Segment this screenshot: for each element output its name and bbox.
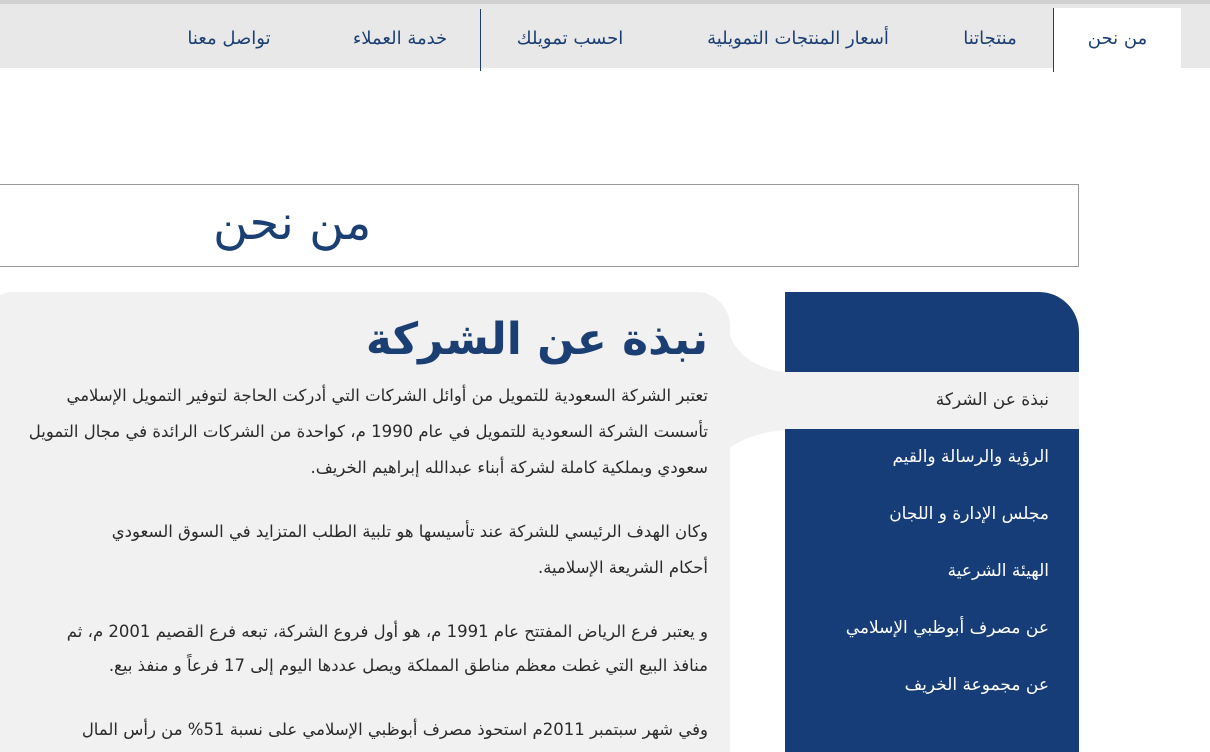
- nav-item-finance-calculator[interactable]: احسب تمويلك: [495, 8, 645, 72]
- sidebar-item-alkhorayef-group[interactable]: عن مجموعة الخريف: [785, 657, 1079, 714]
- panel-connector: [728, 330, 788, 450]
- article-line: وكان الهدف الرئيسي للشركة عند تأسيسها هو…: [111, 522, 708, 541]
- nav-item-about[interactable]: من نحن: [1053, 8, 1181, 72]
- article-line: تأسست الشركة السعودية للتمويل في عام 199…: [28, 422, 708, 441]
- nav-item-contact-us[interactable]: تواصل معنا: [165, 8, 293, 72]
- article-line: تعتبر الشركة السعودية للتمويل من أوائل ا…: [66, 386, 708, 405]
- page-title: من نحن: [213, 195, 372, 251]
- article-line: و يعتبر فرع الرياض المفتتح عام 1991 م، ه…: [66, 622, 708, 641]
- sidebar-item-sharia-board[interactable]: الهيئة الشرعية: [785, 543, 1079, 600]
- article-line: منافذ البيع التي غطت معظم مناطق المملكة …: [108, 656, 708, 675]
- sidebar-menu: نبذة عن الشركة الرؤية والرسالة والقيم مج…: [785, 292, 1079, 752]
- article-heading: نبذة عن الشركة: [365, 314, 708, 365]
- article-line: وفي شهر سبتمبر 2011م استحوذ مصرف أبوظبي …: [81, 720, 708, 739]
- nav-item-products[interactable]: منتجاتنا: [925, 8, 1055, 72]
- article-line: سعودي وبملكية كاملة لشركة أبناء عبدالله …: [310, 458, 708, 477]
- sidebar-item-company-overview[interactable]: نبذة عن الشركة: [785, 372, 1079, 429]
- sidebar-item-adib[interactable]: عن مصرف أبوظبي الإسلامي: [785, 600, 1079, 657]
- sidebar-item-vision-mission[interactable]: الرؤية والرسالة والقيم: [785, 429, 1079, 486]
- content-panel: نبذة عن الشركة تعتبر الشركة السعودية للت…: [0, 292, 730, 752]
- nav-divider: [480, 9, 481, 71]
- page-title-box: من نحن: [0, 184, 1079, 267]
- sidebar-item-board-committees[interactable]: مجلس الإدارة و اللجان: [785, 486, 1079, 543]
- nav-item-product-prices[interactable]: أسعار المنتجات التمويلية: [680, 8, 916, 72]
- top-navigation: من نحن منتجاتنا أسعار المنتجات التمويلية…: [0, 0, 1210, 72]
- article-line: أحكام الشريعة الإسلامية.: [537, 558, 708, 577]
- nav-item-customer-service[interactable]: خدمة العملاء: [325, 8, 475, 72]
